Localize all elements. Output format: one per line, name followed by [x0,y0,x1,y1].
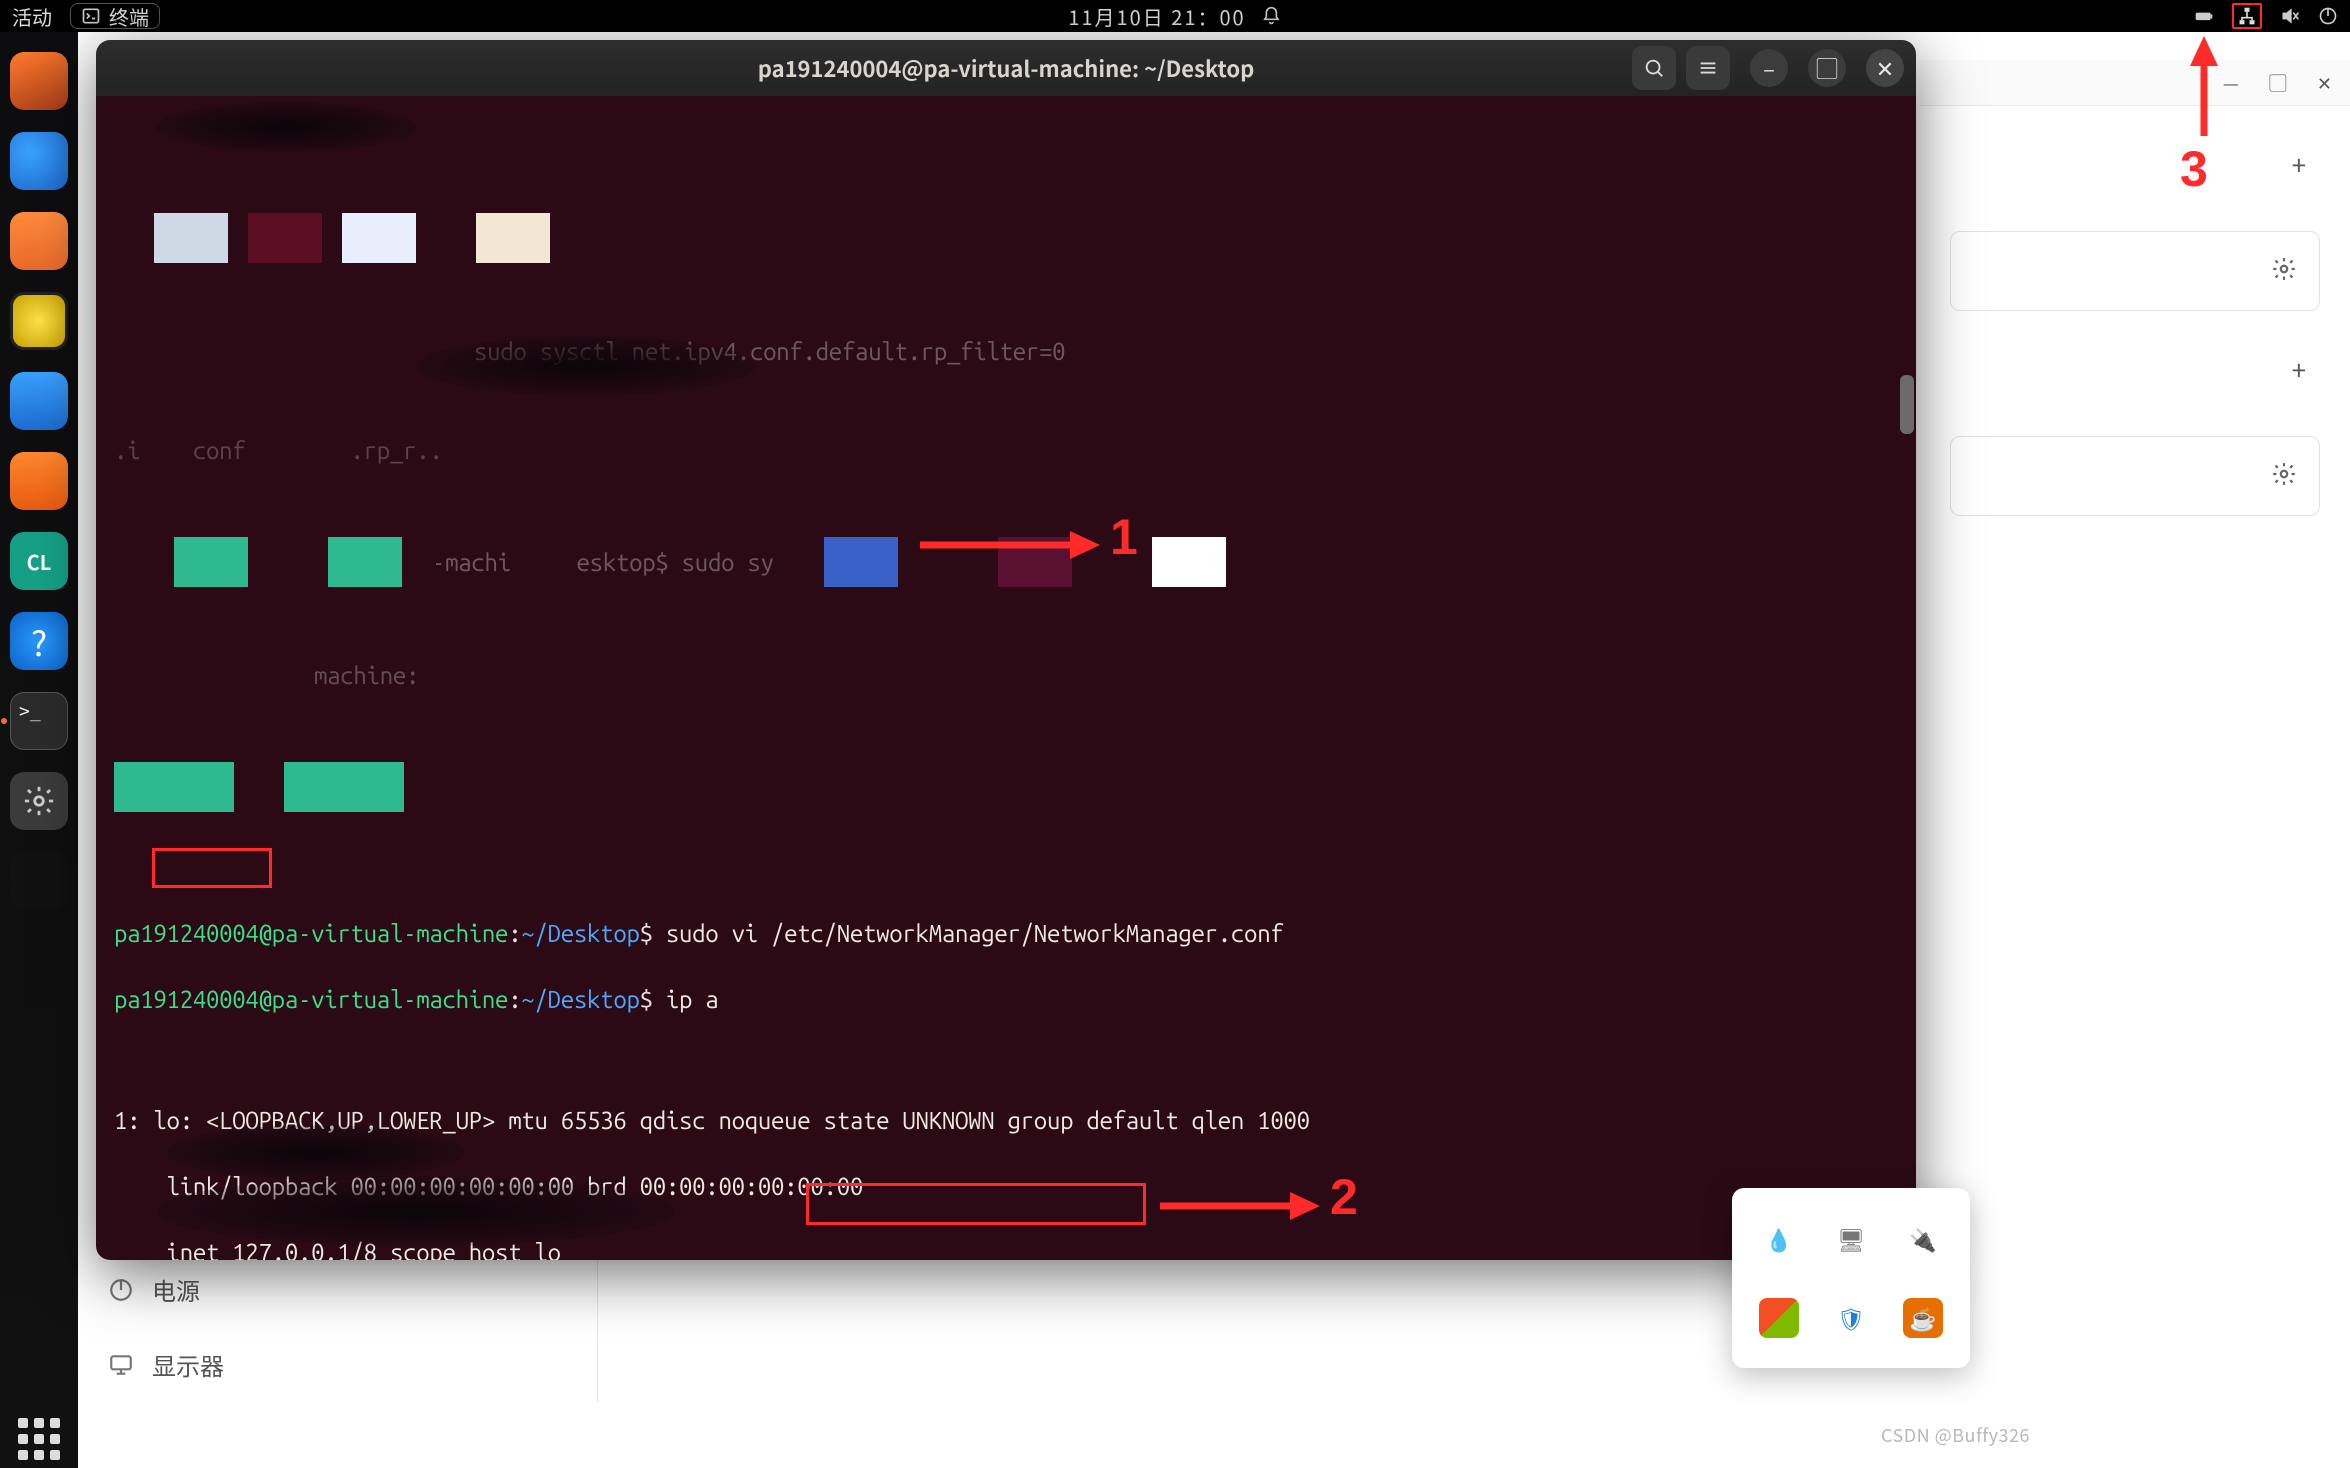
dock-libreoffice[interactable] [10,372,68,430]
network-icon-annotated[interactable] [2232,3,2262,29]
terminal-prompt-line: pa191240004@pa-virtual-machine:~/Desktop… [114,983,1898,1016]
tray-item-usb[interactable]: 🔌 [1903,1219,1943,1259]
terminal-maximize-button[interactable]: ▢ [1808,49,1846,87]
terminal-title: pa191240004@pa-virtual-machine: ~/Deskto… [758,52,1255,84]
clock[interactable]: 11月10日 21：00 [1068,2,1245,31]
tray-item-droplet[interactable]: 💧 [1759,1219,1799,1259]
secondary-window-titlebar: — ▢ ✕ [1920,60,2350,106]
annotation-number-3: 3 [2180,140,2208,198]
terminal-minimize-button[interactable]: – [1750,49,1788,87]
terminal-scrollbar[interactable] [1900,96,1914,1260]
gear-icon [2271,461,2297,487]
tray-item-ms[interactable] [1759,1298,1799,1338]
dock-files[interactable] [10,212,68,270]
system-tray-popup: 💧 🖥 🔌 🛡 ☕ [1732,1188,1970,1368]
current-app-chip[interactable]: 终端 [70,3,160,29]
hamburger-icon [1697,57,1719,79]
settings-field-1[interactable] [1950,231,2320,311]
dock-rhythmbox[interactable] [10,292,68,350]
activities-button[interactable]: 活动 [12,2,52,31]
dock-thunderbird[interactable] [10,132,68,190]
terminal-output: -machi esktop$ sudo sy [432,546,774,579]
dock-show-apps[interactable] [10,1410,68,1468]
wired-network-icon [2237,6,2257,26]
window-maximize-button[interactable]: ▢ [2269,70,2287,96]
terminal-icon [81,6,101,26]
gear-icon [22,784,56,818]
dock-settings[interactable] [10,772,68,830]
battery-icon[interactable] [2194,6,2214,26]
power-icon[interactable] [2318,6,2338,26]
settings-item-display[interactable]: 显示器 [78,1327,597,1402]
annotation-arrow-3 [2184,36,2224,136]
annotation-number-1: 1 [1110,508,1138,566]
bell-icon[interactable] [1262,6,1282,26]
add-button[interactable]: + [2278,341,2320,398]
tray-item-monitor[interactable]: 🖥 [1831,1219,1871,1259]
terminal-close-button[interactable]: ✕ [1866,49,1904,87]
watermark: CSDN @Buffy326 [1881,1422,2030,1448]
tray-item-shield[interactable]: 🛡 [1831,1298,1871,1338]
window-minimize-button[interactable]: — [2223,70,2239,96]
terminal-search-button[interactable] [1632,46,1676,90]
terminal-prompt-line: pa191240004@pa-virtual-machine:~/Desktop… [114,917,1898,950]
dock-clion[interactable]: CL [10,532,68,590]
annotation-arrow-1 [920,525,1100,565]
window-close-button[interactable]: ✕ [2317,70,2332,96]
gear-icon [2271,256,2297,282]
settings-item-label: 显示器 [152,1347,224,1382]
secondary-window: — ▢ ✕ + + [1920,60,2350,840]
terminal-body[interactable]: sudo sysctl net.ipv4.conf.default.rp_fil… [96,96,1916,1260]
dock-disk[interactable] [10,852,68,910]
tray-item-java[interactable]: ☕ [1903,1298,1943,1338]
terminal-titlebar: pa191240004@pa-virtual-machine: ~/Deskto… [96,40,1916,96]
dock-firefox[interactable] [10,52,68,110]
current-app-label: 终端 [109,2,149,31]
terminal-command: ip a [666,983,719,1016]
settings-item-label: 电源 [152,1272,200,1307]
display-item-icon [108,1352,134,1378]
dock-software[interactable] [10,452,68,510]
dock: CL ? [0,32,78,1468]
settings-sidebar-fragment: 电源 显示器 [78,1252,598,1402]
dock-help[interactable]: ? [10,612,68,670]
dock-terminal[interactable] [10,692,68,750]
settings-field-2[interactable] [1950,436,2320,516]
add-button[interactable]: + [2278,136,2320,193]
terminal-window: pa191240004@pa-virtual-machine: ~/Deskto… [96,40,1916,1260]
terminal-output: .i conf .rp_r.. [114,434,1898,467]
terminal-menu-button[interactable] [1686,46,1730,90]
settings-item-power[interactable]: 电源 [78,1252,597,1327]
search-icon [1643,57,1665,79]
annotation-number-2: 2 [1330,1168,1358,1226]
gnome-topbar: 活动 终端 11月10日 21：00 [0,0,2350,32]
power-item-icon [108,1277,134,1303]
volume-muted-icon[interactable] [2280,6,2300,26]
terminal-output: machine: [314,659,1898,692]
terminal-command: sudo vi /etc/NetworkManager/NetworkManag… [666,917,1284,950]
annotation-arrow-2 [1160,1186,1320,1226]
